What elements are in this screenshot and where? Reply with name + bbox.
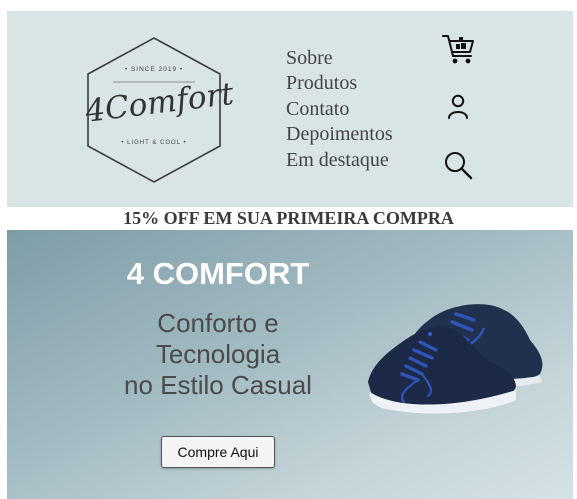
nav-item-produtos[interactable]: Produtos: [286, 71, 393, 96]
hero-subtitle-line: Tecnologia: [155, 339, 281, 369]
nav-item-em-destaque[interactable]: Em destaque: [286, 148, 393, 173]
site-header: • SINCE 2019 • 4Comfort • LIGHT & COOL •…: [7, 11, 573, 207]
shoe-image: [368, 304, 543, 414]
cart-icon[interactable]: [441, 31, 477, 67]
hero-section: 4 COMFORT Conforto e Tecnologia no Estil…: [7, 230, 573, 499]
hero-title: 4 COMFORT: [126, 256, 310, 291]
buy-now-button[interactable]: Compre Aqui: [161, 436, 275, 468]
brand-logo[interactable]: • SINCE 2019 • 4Comfort • LIGHT & COOL •: [83, 36, 236, 184]
search-icon[interactable]: [444, 151, 474, 181]
nav-item-depoimentos[interactable]: Depoimentos: [286, 122, 393, 147]
hero-subtitle: Conforto e Tecnologia no Estilo Casual: [97, 308, 339, 401]
hero-subtitle-line: no Estilo Casual: [124, 370, 312, 400]
nav-item-sobre[interactable]: Sobre: [286, 46, 393, 71]
user-icon[interactable]: [447, 94, 469, 120]
hero-subtitle-line: Conforto e: [157, 308, 279, 338]
main-nav: Sobre Produtos Contato Depoimentos Em de…: [286, 46, 393, 173]
promo-banner: 15% OFF EM SUA PRIMEIRA COMPRA: [123, 208, 454, 228]
logo-tagline: • LIGHT & COOL •: [121, 140, 187, 146]
nav-item-contato[interactable]: Contato: [286, 97, 393, 122]
logo-since-text: • SINCE 2019 •: [124, 66, 184, 73]
